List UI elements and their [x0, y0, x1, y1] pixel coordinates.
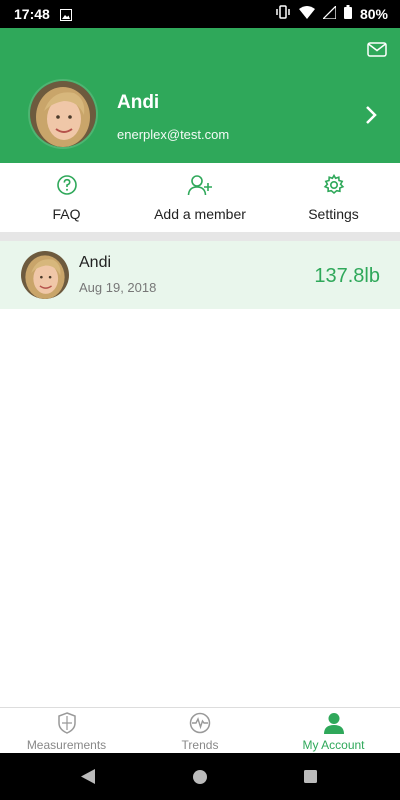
- gear-icon: [323, 173, 345, 199]
- faq-button[interactable]: FAQ: [0, 163, 133, 232]
- gallery-notification-icon: [60, 8, 72, 24]
- battery-percent: 80%: [359, 5, 388, 22]
- person-icon: [323, 712, 345, 737]
- add-member-button[interactable]: Add a member: [133, 163, 267, 232]
- profile-header[interactable]: Andi enerplex@test.com: [0, 28, 400, 163]
- bottom-tab-bar: Measurements Trends My Account: [0, 707, 400, 754]
- status-bar: 17:48 80%: [0, 0, 400, 28]
- vibrate-icon: [275, 5, 291, 22]
- chevron-right-icon[interactable]: [365, 105, 377, 130]
- profile-email: enerplex@test.com: [117, 127, 230, 142]
- settings-label: Settings: [308, 206, 359, 222]
- avatar[interactable]: [30, 81, 96, 147]
- member-date: Aug 19, 2018: [79, 280, 157, 295]
- back-icon[interactable]: [80, 768, 96, 790]
- home-icon[interactable]: [193, 770, 207, 789]
- member-name: Andi: [79, 254, 112, 271]
- tab-trends[interactable]: Trends: [133, 708, 267, 754]
- system-nav-bar: [0, 753, 400, 800]
- battery-icon: [343, 5, 352, 22]
- shield-icon: [57, 712, 77, 737]
- tab-measurements[interactable]: Measurements: [0, 708, 133, 754]
- avatar: [21, 251, 69, 299]
- settings-button[interactable]: Settings: [267, 163, 400, 232]
- add-user-icon: [187, 174, 213, 199]
- question-circle-icon: [56, 174, 78, 199]
- tab-my-account-label: My Account: [302, 738, 365, 752]
- cell-signal-icon: [321, 3, 337, 22]
- status-time: 17:48: [14, 6, 50, 22]
- member-weight: 137.8lb: [314, 265, 380, 287]
- recent-apps-icon[interactable]: [304, 770, 317, 788]
- section-divider: [0, 232, 400, 241]
- wifi-icon: [298, 5, 315, 22]
- tab-trends-label: Trends: [181, 738, 219, 752]
- member-list-item[interactable]: Andi Aug 19, 2018 137.8lb: [0, 241, 400, 309]
- add-member-label: Add a member: [154, 206, 246, 222]
- profile-name: Andi: [117, 92, 160, 113]
- pulse-icon: [189, 712, 211, 737]
- quick-actions: FAQ Add a member Settings: [0, 163, 400, 232]
- tab-my-account[interactable]: My Account: [267, 708, 400, 754]
- faq-label: FAQ: [52, 206, 81, 222]
- tab-measurements-label: Measurements: [26, 738, 107, 752]
- mail-icon[interactable]: [367, 42, 387, 62]
